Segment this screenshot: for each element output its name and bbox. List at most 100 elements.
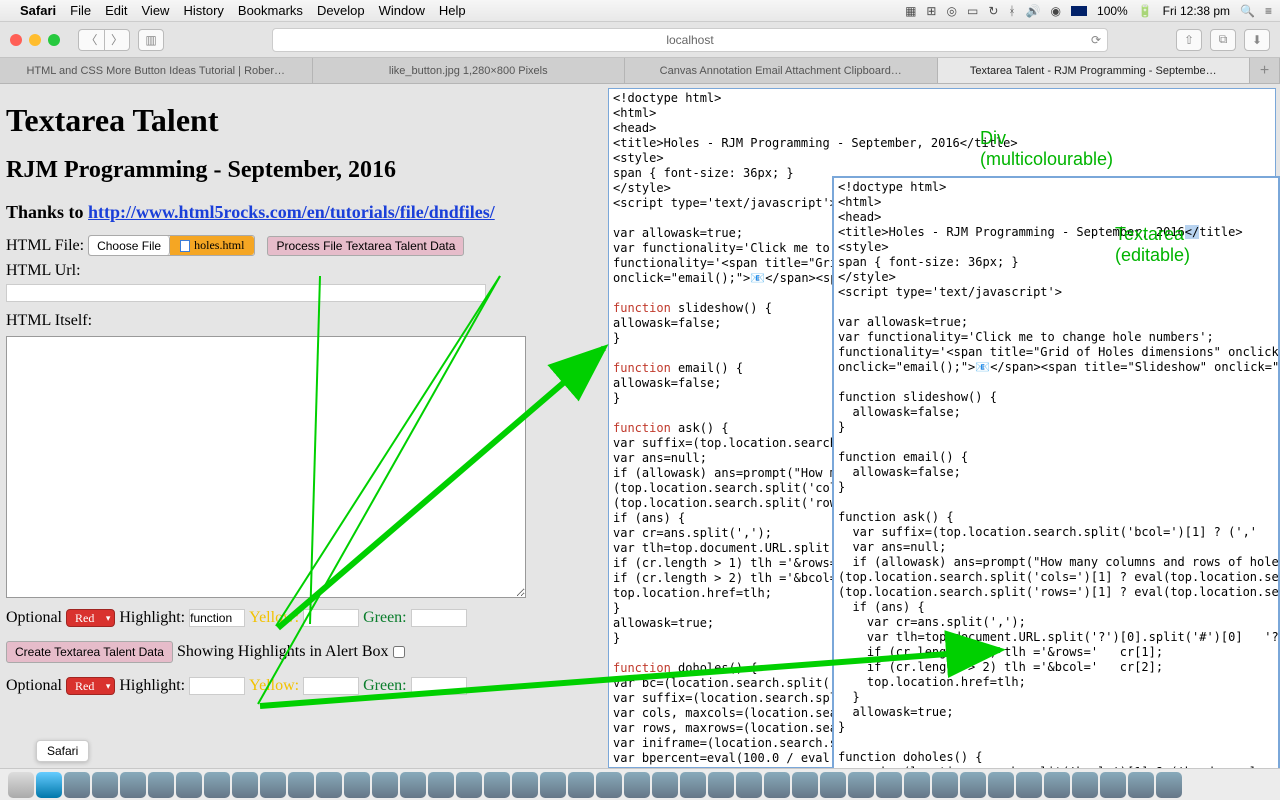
spotlight-icon[interactable]: 🔍 (1240, 4, 1255, 18)
dock-app-icon[interactable] (204, 772, 230, 798)
volume-icon[interactable]: 🔊 (1026, 4, 1041, 18)
dock-app-icon[interactable] (456, 772, 482, 798)
flag-icon[interactable] (1071, 6, 1087, 16)
highlight-input-yellow[interactable] (303, 609, 359, 627)
status-icon[interactable]: ⊞ (926, 4, 936, 18)
share-button[interactable]: ⇧ (1176, 29, 1202, 51)
notifications-icon[interactable]: ≡ (1265, 4, 1272, 18)
color-select-red[interactable]: Red (66, 609, 115, 627)
dock-app-icon[interactable] (232, 772, 258, 798)
bluetooth-icon[interactable]: ᚼ (1008, 4, 1015, 18)
dock-app-icon[interactable] (652, 772, 678, 798)
dock-app-icon[interactable] (120, 772, 146, 798)
status-icon[interactable]: ▦ (905, 4, 916, 18)
url-text: localhost (666, 33, 713, 47)
menu-window[interactable]: Window (379, 3, 425, 18)
tab-active[interactable]: Textarea Talent - RJM Programming - Sept… (938, 58, 1251, 83)
dock-app-icon[interactable] (344, 772, 370, 798)
dock-app-icon[interactable] (484, 772, 510, 798)
dock-app-icon[interactable] (848, 772, 874, 798)
dock-app-icon[interactable] (988, 772, 1014, 798)
process-button[interactable]: Process File Textarea Talent Data (267, 236, 464, 256)
highlight-input-red[interactable] (189, 609, 245, 627)
create-button[interactable]: Create Textarea Talent Data (6, 641, 173, 663)
dock-app-icon[interactable] (1044, 772, 1070, 798)
dock-app-icon[interactable] (64, 772, 90, 798)
minimize-window[interactable] (29, 34, 41, 46)
dock-app-icon[interactable] (148, 772, 174, 798)
dock-app-icon[interactable] (176, 772, 202, 798)
alert-checkbox[interactable] (393, 646, 405, 658)
dock-app-icon[interactable] (708, 772, 734, 798)
address-bar[interactable]: localhost ⟳ (272, 28, 1108, 52)
airplay-icon[interactable]: ▭ (967, 4, 978, 18)
tab[interactable]: HTML and CSS More Button Ideas Tutorial … (0, 58, 313, 83)
html-url-input[interactable] (6, 284, 486, 302)
dock-app-icon[interactable] (316, 772, 342, 798)
dock-app-icon[interactable] (932, 772, 958, 798)
dock-app-icon[interactable] (400, 772, 426, 798)
menu-history[interactable]: History (183, 3, 223, 18)
choose-file-button[interactable]: Choose File (89, 236, 170, 255)
new-tab-button[interactable]: + (1250, 58, 1280, 83)
dock-app-icon[interactable] (736, 772, 762, 798)
sidebar-button[interactable]: ▥ (138, 29, 164, 51)
menu-bookmarks[interactable]: Bookmarks (238, 3, 303, 18)
dock-app-icon[interactable] (792, 772, 818, 798)
tab[interactable]: like_button.jpg 1,280×800 Pixels (313, 58, 626, 83)
sync-icon[interactable]: ↻ (988, 4, 998, 18)
zoom-window[interactable] (48, 34, 60, 46)
dock-app-icon[interactable] (260, 772, 286, 798)
dock-app-icon[interactable] (680, 772, 706, 798)
dock-app-icon[interactable] (876, 772, 902, 798)
highlight-input-green[interactable] (411, 609, 467, 627)
wifi-icon[interactable]: ◉ (1051, 4, 1061, 18)
status-icon[interactable]: ◎ (946, 4, 956, 18)
html-itself-textarea[interactable] (6, 336, 526, 598)
app-name[interactable]: Safari (20, 3, 56, 18)
menu-view[interactable]: View (142, 3, 170, 18)
dock-safari-icon[interactable] (36, 772, 62, 798)
dock-app-icon[interactable] (1016, 772, 1042, 798)
downloads-button[interactable]: ⬇ (1244, 29, 1270, 51)
dock-app-icon[interactable] (1156, 772, 1182, 798)
dock-app-icon[interactable] (904, 772, 930, 798)
dock-app-icon[interactable] (540, 772, 566, 798)
dock-app-icon[interactable] (596, 772, 622, 798)
dock-finder-icon[interactable] (8, 772, 34, 798)
dock-app-icon[interactable] (820, 772, 846, 798)
back-button[interactable]: 〈 (78, 29, 104, 51)
dock-app-icon[interactable] (1072, 772, 1098, 798)
tabs-button[interactable]: ⧉ (1210, 29, 1236, 51)
forward-button[interactable]: 〉 (104, 29, 130, 51)
battery-icon[interactable]: 🔋 (1138, 4, 1153, 18)
reload-icon[interactable]: ⟳ (1091, 33, 1101, 47)
dock-app-icon[interactable] (960, 772, 986, 798)
dock-app-icon[interactable] (512, 772, 538, 798)
highlight-input-yellow-2[interactable] (303, 677, 359, 695)
html-url-label: HTML Url: (6, 262, 81, 280)
menu-help[interactable]: Help (439, 3, 466, 18)
dock-app-icon[interactable] (288, 772, 314, 798)
menu-edit[interactable]: Edit (105, 3, 127, 18)
close-window[interactable] (10, 34, 22, 46)
color-select-red-2[interactable]: Red (66, 677, 115, 695)
dock-app-icon[interactable] (764, 772, 790, 798)
textarea-code-panel[interactable]: <!doctype html> <html> <head> <title>Hol… (832, 176, 1280, 768)
clock[interactable]: Fri 12:38 pm (1163, 4, 1230, 18)
dock-app-icon[interactable] (372, 772, 398, 798)
dock-app-icon[interactable] (1128, 772, 1154, 798)
highlight-input-green-2[interactable] (411, 677, 467, 695)
annotation-div: Div(multicolourable) (980, 128, 1113, 170)
dock-app-icon[interactable] (92, 772, 118, 798)
tab[interactable]: Canvas Annotation Email Attachment Clipb… (625, 58, 938, 83)
thanks-link[interactable]: http://www.html5rocks.com/en/tutorials/f… (88, 202, 495, 222)
dock-app-icon[interactable] (568, 772, 594, 798)
dock-app-icon[interactable] (1100, 772, 1126, 798)
highlight-input-red-2[interactable] (189, 677, 245, 695)
dock-app-icon[interactable] (428, 772, 454, 798)
dock-app-icon[interactable] (624, 772, 650, 798)
menu-file[interactable]: File (70, 3, 91, 18)
menu-develop[interactable]: Develop (317, 3, 365, 18)
showing-label: Showing Highlights in Alert Box (177, 643, 389, 661)
